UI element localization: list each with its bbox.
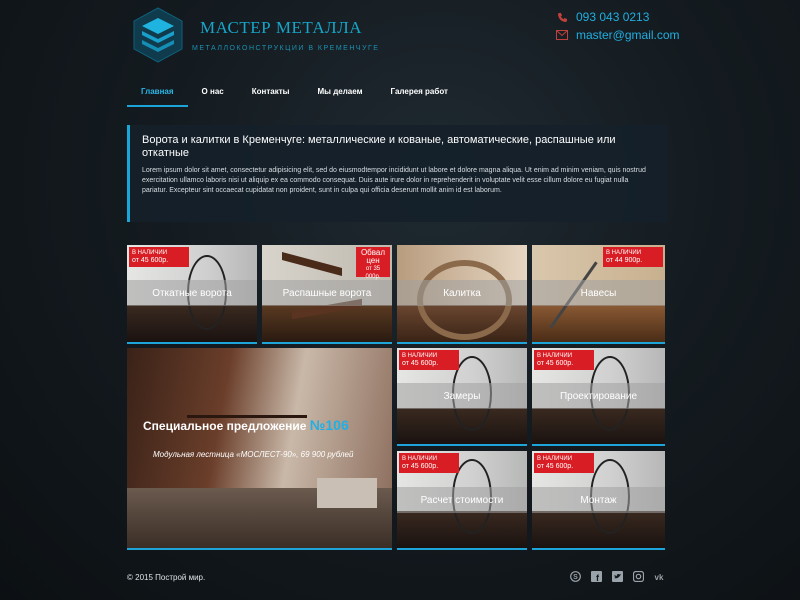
tile-canopies[interactable]: В НАЛИЧИИ от 44 900р. Навесы	[532, 245, 665, 344]
tile-label: Замеры	[397, 383, 527, 409]
email-address[interactable]: master@gmail.com	[576, 28, 680, 42]
intro-panel: Ворота и калитки в Кременчуге: металличе…	[127, 125, 667, 222]
brand-subtitle: МЕТАЛЛОКОНСТРУКЦИИ В КРЕМЕНЧУГЕ	[192, 45, 380, 52]
tile-swing-gates[interactable]: Обвал цен от 35 000р. Распашные ворота	[262, 245, 392, 344]
price-badge: В НАЛИЧИИ от 45 600р.	[534, 453, 594, 473]
envelope-icon	[556, 29, 568, 41]
nav-item-gallery[interactable]: Галерея работ	[377, 80, 462, 107]
special-offer-number: №106	[309, 417, 349, 433]
tile-label: Расчет стоимости	[397, 487, 527, 513]
logo-icon[interactable]	[130, 6, 186, 64]
price-badge: В НАЛИЧИИ от 45 600р.	[129, 247, 189, 267]
copyright: © 2015 Построй мир.	[127, 573, 206, 582]
price-badge: В НАЛИЧИИ от 45 600р.	[399, 350, 459, 370]
phone-number[interactable]: 093 043 0213	[576, 10, 649, 24]
nav-item-home[interactable]: Главная	[127, 80, 188, 107]
nav-item-services[interactable]: Мы делаем	[303, 80, 376, 107]
tile-label: Калитка	[397, 280, 527, 306]
tile-cost-calculation[interactable]: В НАЛИЧИИ от 45 600р. Расчет стоимости	[397, 451, 527, 550]
vk-icon[interactable]: vk	[653, 570, 665, 582]
tile-measurements[interactable]: В НАЛИЧИИ от 45 600р. Замеры	[397, 348, 527, 446]
intro-body: Lorem ipsum dolor sit amet, consectetur …	[142, 167, 646, 194]
price-badge: В НАЛИЧИИ от 44 900р.	[603, 247, 663, 267]
main-nav: Главная О нас Контакты Мы делаем Галерея…	[127, 80, 462, 107]
tile-label: Монтаж	[532, 487, 665, 513]
nav-item-contacts[interactable]: Контакты	[238, 80, 304, 107]
instagram-icon[interactable]	[632, 570, 644, 582]
special-offer-subtitle: Модульная лестница «МОСЛЕСТ-90», 69 900 …	[153, 450, 354, 459]
tile-wicket[interactable]: Калитка	[397, 245, 527, 344]
price-badge: В НАЛИЧИИ от 45 600р.	[399, 453, 459, 473]
svg-text:vk: vk	[655, 573, 664, 582]
tile-installation[interactable]: В НАЛИЧИИ от 45 600р. Монтаж	[532, 451, 665, 550]
special-offer-label: Специальное предложение	[143, 419, 307, 433]
social-links: S f vk	[569, 570, 665, 582]
tile-label: Распашные ворота	[262, 280, 392, 306]
price-badge: В НАЛИЧИИ от 45 600р.	[534, 350, 594, 370]
tile-design[interactable]: В НАЛИЧИИ от 45 600р. Проектирование	[532, 348, 665, 446]
tile-sliding-gates[interactable]: В НАЛИЧИИ от 45 600р. Откатные ворота	[127, 245, 257, 344]
twitter-icon[interactable]	[611, 570, 623, 582]
tile-label: Откатные ворота	[127, 280, 257, 306]
email-contact[interactable]: master@gmail.com	[556, 28, 680, 42]
special-photo	[127, 348, 392, 548]
phone-contact[interactable]: 093 043 0213	[556, 10, 649, 24]
facebook-icon[interactable]: f	[590, 570, 602, 582]
intro-heading: Ворота и калитки в Кременчуге: металличе…	[142, 134, 616, 159]
special-offer-title: Специальное предложение №106	[143, 417, 349, 433]
brand-title: МАСТЕР МЕТАЛЛА	[200, 18, 363, 37]
tile-label: Навесы	[532, 280, 665, 306]
svg-text:S: S	[573, 574, 578, 581]
sale-badge: Обвал цен от 35 000р.	[356, 247, 390, 280]
special-offer-tile[interactable]	[127, 348, 392, 550]
phone-icon	[556, 11, 568, 23]
tile-label: Проектирование	[532, 383, 665, 409]
nav-item-about[interactable]: О нас	[188, 80, 238, 107]
skype-icon[interactable]: S	[569, 570, 581, 582]
